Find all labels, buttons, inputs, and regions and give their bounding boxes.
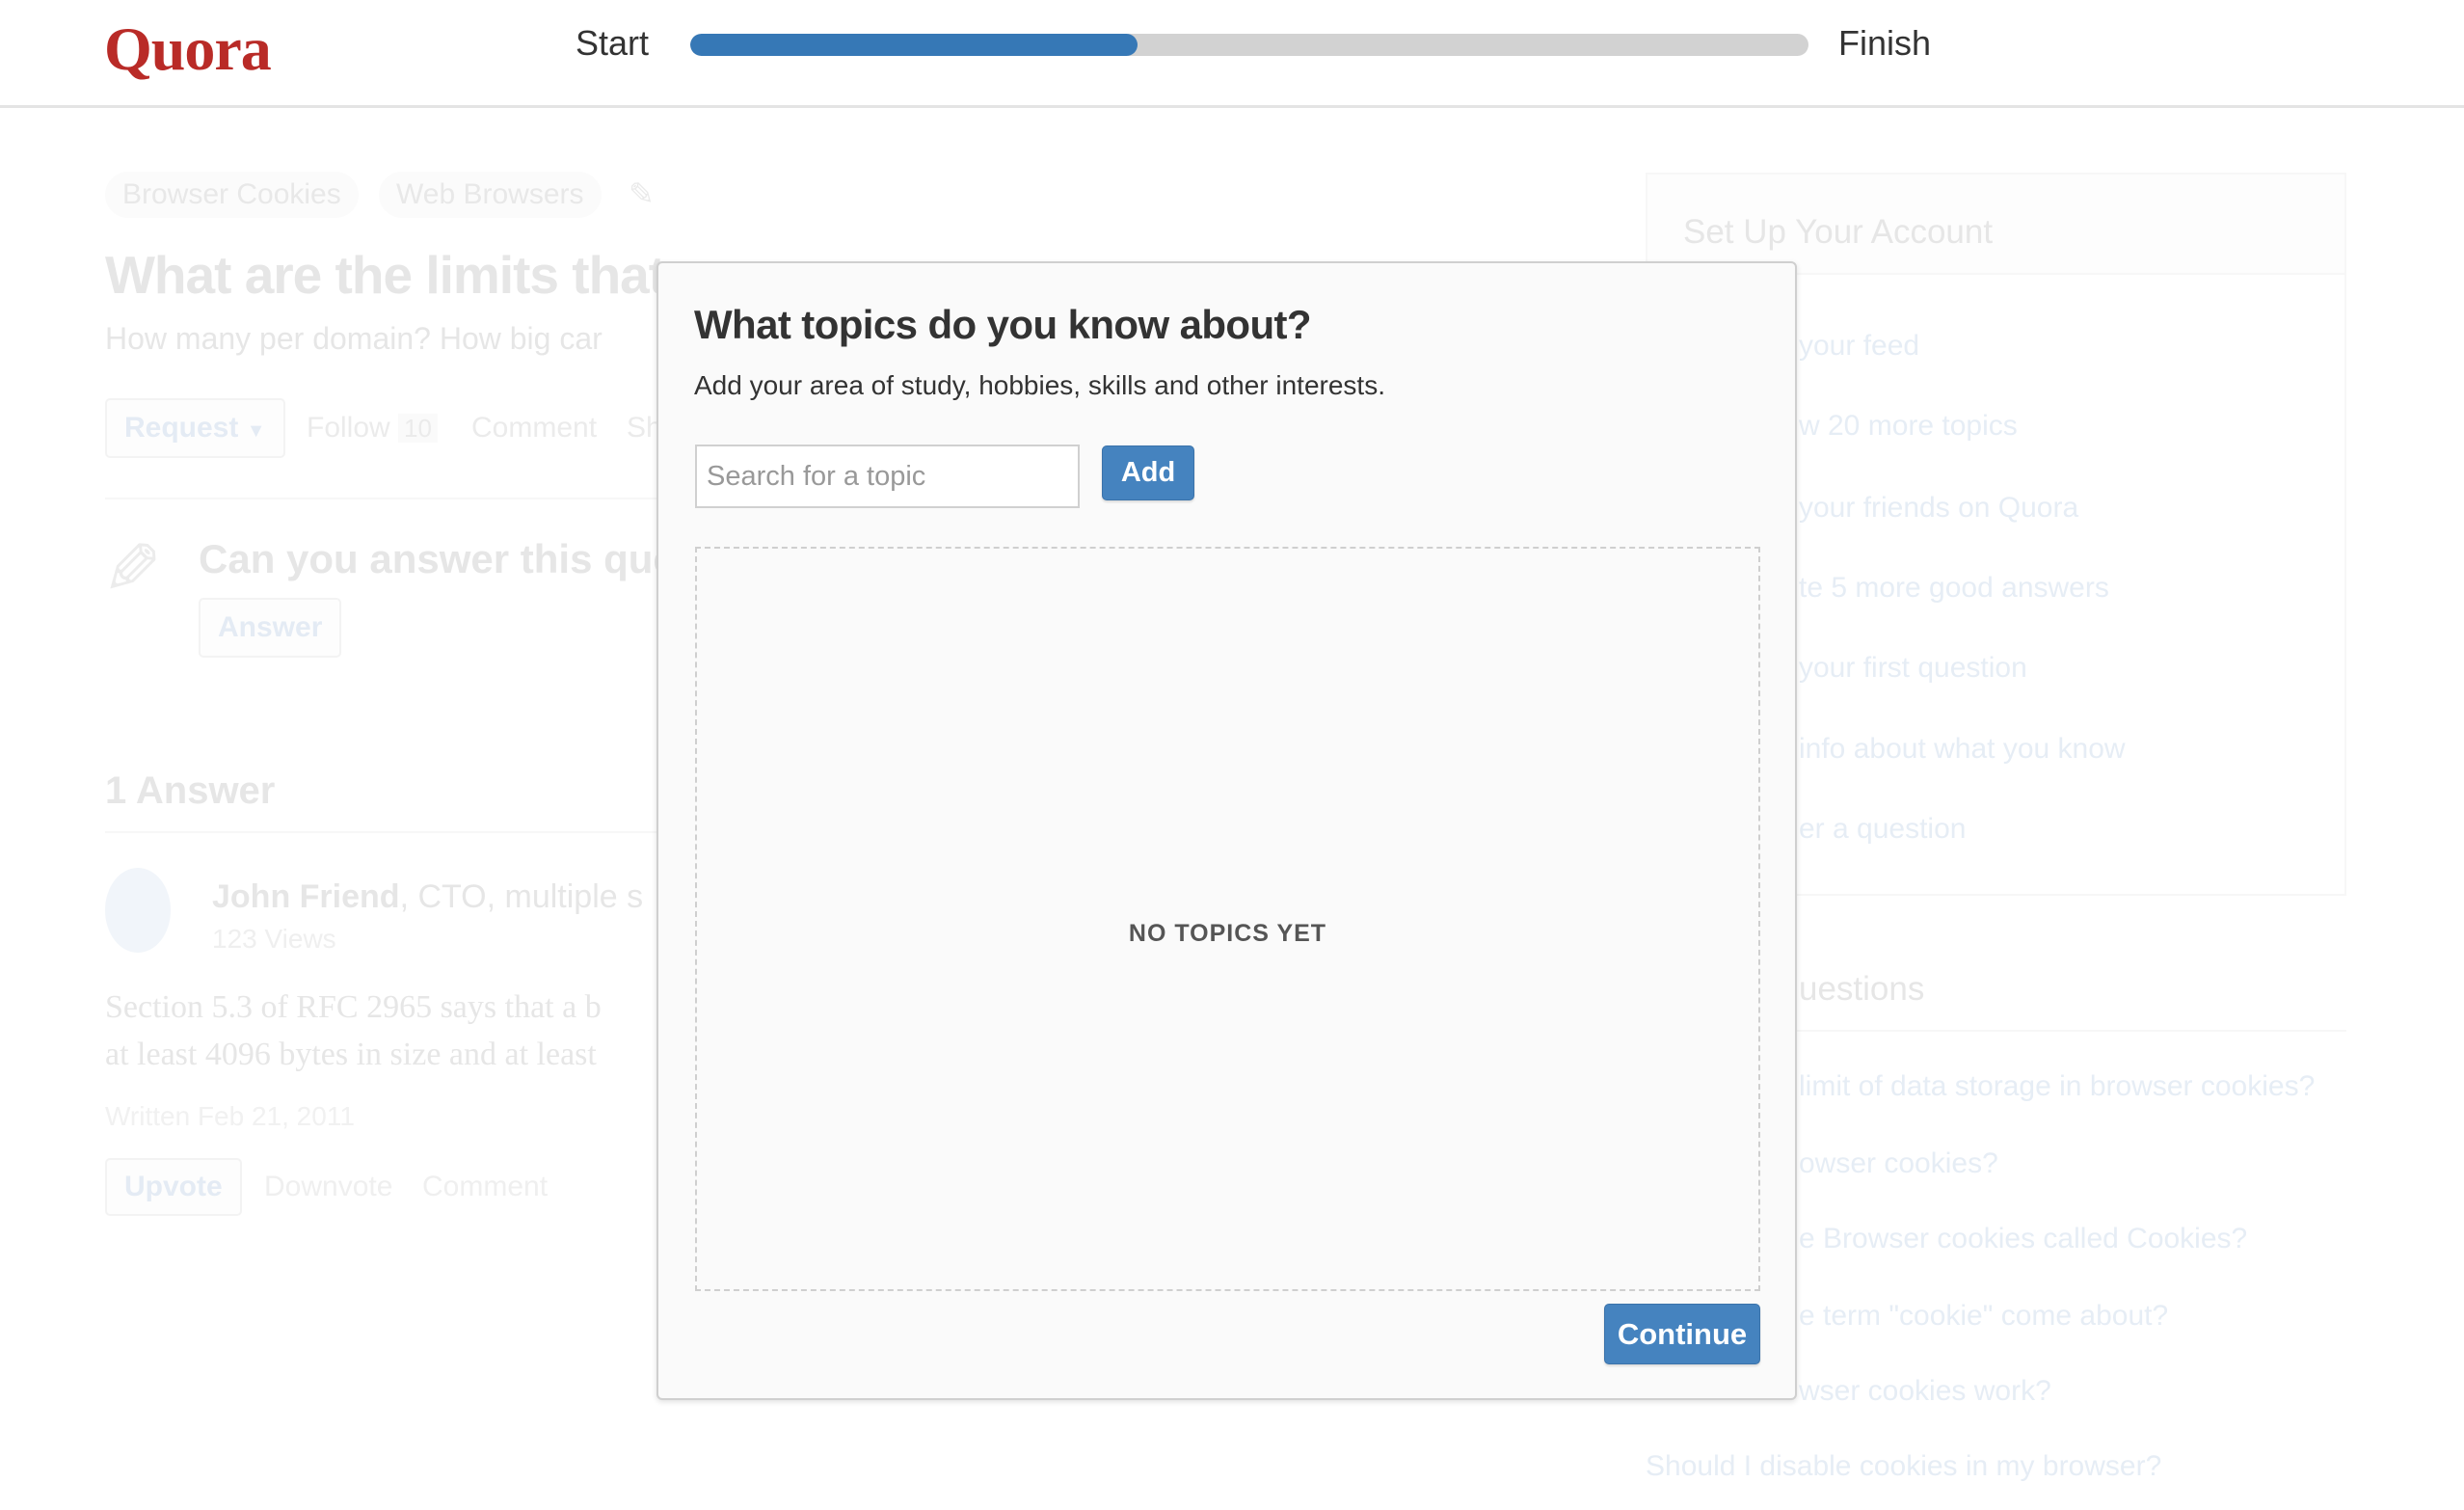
follow-label: Follow: [307, 412, 390, 444]
topic-search-input[interactable]: [695, 445, 1080, 508]
setup-item[interactable]: te 5 more good answers: [1799, 572, 2109, 605]
topics-modal: What topics do you know about? Add your …: [656, 261, 1797, 1400]
answer-views: 123 Views: [212, 924, 336, 954]
progress-fill: [690, 34, 1138, 56]
continue-button[interactable]: Continue: [1604, 1304, 1760, 1364]
question-title: What are the limits that: [105, 245, 666, 305]
top-bar: Quora Start Finish: [0, 0, 2464, 108]
setup-item[interactable]: your friends on Quora: [1799, 492, 2078, 525]
setup-account-title: Set Up Your Account: [1683, 213, 1994, 251]
follow-button[interactable]: Follow 10: [307, 412, 438, 445]
follow-count: 10: [398, 414, 438, 443]
related-question[interactable]: Should I disable cookies in my browser?: [1646, 1450, 2161, 1483]
answer-comment-button[interactable]: Comment: [422, 1171, 548, 1203]
related-question[interactable]: e Browser cookies called Cookies?: [1799, 1223, 2247, 1255]
answer-count: 1 Answer: [105, 769, 276, 812]
onboarding-progress-bar: [690, 34, 1808, 56]
setup-item[interactable]: your feed: [1799, 330, 1919, 363]
topic-tag[interactable]: Browser Cookies: [105, 172, 359, 218]
related-question[interactable]: e term "cookie" come about?: [1799, 1300, 2168, 1333]
downvote-button[interactable]: Downvote: [264, 1171, 392, 1203]
author-credential: , CTO, multiple s: [399, 878, 644, 915]
answer-date: Written Feb 21, 2011: [105, 1101, 355, 1131]
request-label: Request: [124, 412, 239, 444]
modal-subtitle: Add your area of study, hobbies, skills …: [694, 370, 1385, 400]
related-questions-title: uestions: [1799, 970, 1925, 1008]
topics-list-area: NO TOPICS YET: [695, 547, 1760, 1291]
upvote-button[interactable]: Upvote: [105, 1158, 242, 1216]
related-question[interactable]: limit of data storage in browser cookies…: [1799, 1070, 2315, 1103]
avatar[interactable]: [105, 868, 171, 953]
author-name[interactable]: John Friend: [212, 878, 400, 915]
empty-state-text: NO TOPICS YET: [1128, 920, 1327, 947]
edit-topics-pencil-icon[interactable]: ✎: [629, 175, 655, 212]
setup-item[interactable]: er a question: [1799, 813, 1966, 846]
setup-item[interactable]: w 20 more topics: [1799, 410, 2018, 443]
quora-logo[interactable]: Quora: [104, 13, 272, 85]
question-details: How many per domain? How big car: [105, 321, 603, 356]
progress-finish-label: Finish: [1838, 23, 1932, 63]
progress-start-label: Start: [576, 23, 650, 63]
divider: [105, 831, 683, 833]
answer-prompt: Can you answer this que: [199, 536, 676, 581]
answer-button[interactable]: Answer: [199, 598, 342, 658]
answer-body-line: at least 4096 bytes in size and at least: [105, 1037, 597, 1072]
setup-item[interactable]: info about what you know: [1799, 733, 2126, 766]
comment-button[interactable]: Comment: [471, 412, 597, 445]
add-topic-button[interactable]: Add: [1102, 445, 1194, 500]
answer-body-line: Section 5.3 of RFC 2965 says that a b: [105, 989, 602, 1025]
topic-tag[interactable]: Web Browsers: [379, 172, 602, 218]
setup-item[interactable]: your first question: [1799, 652, 2027, 685]
divider: [105, 498, 683, 499]
related-question[interactable]: wser cookies work?: [1799, 1375, 2051, 1408]
request-button[interactable]: Request ▼: [105, 398, 285, 458]
divider: [1726, 1030, 2346, 1032]
caret-down-icon: ▼: [246, 420, 266, 442]
pencil-icon: ✎: [102, 529, 163, 609]
modal-title: What topics do you know about?: [694, 302, 1312, 347]
answer-author-line: John Friend, CTO, multiple s: [212, 878, 643, 916]
related-question[interactable]: owser cookies?: [1799, 1147, 1998, 1180]
